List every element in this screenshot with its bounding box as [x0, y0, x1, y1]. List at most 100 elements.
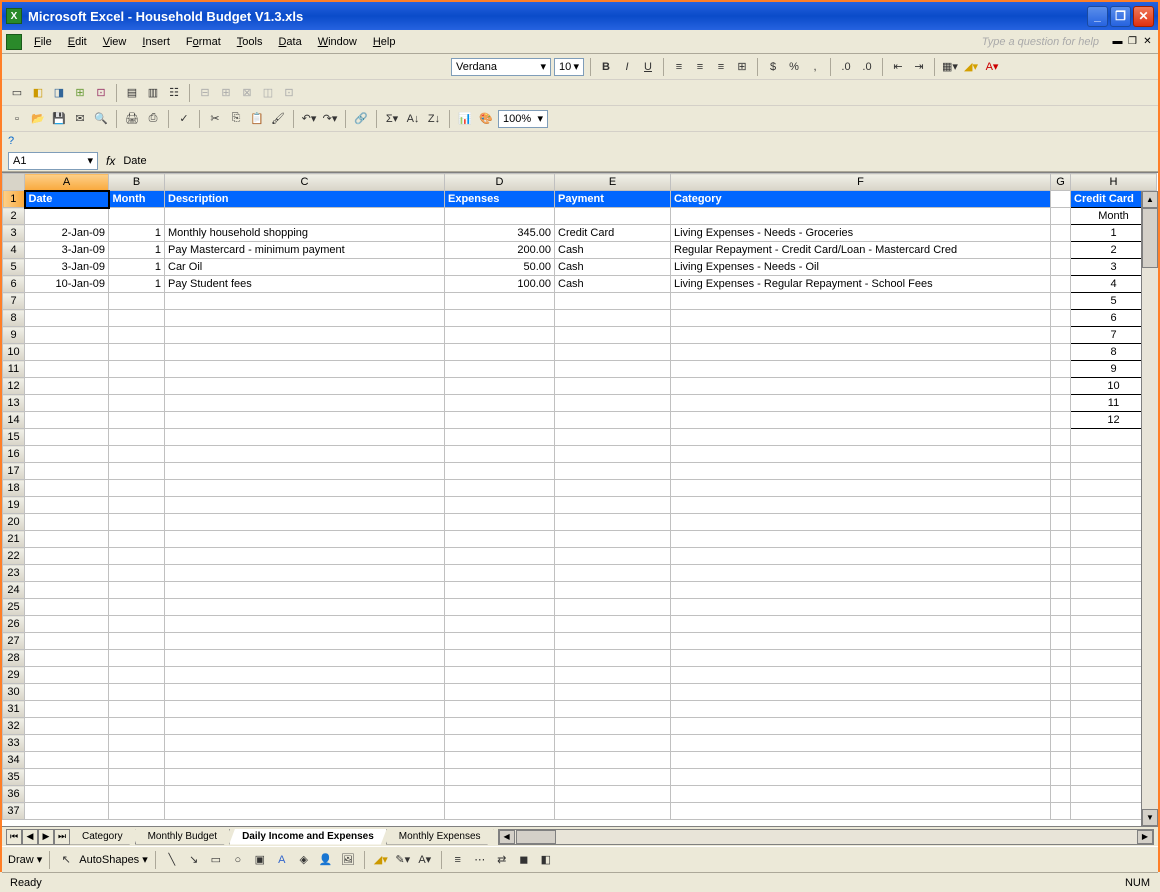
column-header-E[interactable]: E: [555, 174, 671, 191]
autoshapes-menu[interactable]: AutoShapes ▾: [79, 853, 148, 866]
cell-E22[interactable]: [555, 548, 671, 565]
diagram-button[interactable]: ◈: [295, 851, 313, 869]
cell-D3[interactable]: 345.00: [445, 225, 555, 242]
cell-E37[interactable]: [555, 803, 671, 820]
column-header-G[interactable]: G: [1051, 174, 1071, 191]
cell-G24[interactable]: [1051, 582, 1071, 599]
cell-E27[interactable]: [555, 633, 671, 650]
row-header-2[interactable]: 2: [3, 208, 25, 225]
align-right-button[interactable]: ≡: [712, 58, 730, 76]
row-header-29[interactable]: 29: [3, 667, 25, 684]
cell-F1[interactable]: Category: [671, 191, 1051, 208]
scroll-right-button[interactable]: ▶: [1137, 830, 1153, 844]
decrease-decimal-button[interactable]: .0: [858, 58, 876, 76]
row-header-4[interactable]: 4: [3, 242, 25, 259]
cell-A15[interactable]: [25, 429, 109, 446]
cell-C21[interactable]: [165, 531, 445, 548]
dash-style-button[interactable]: ⋯: [471, 851, 489, 869]
cell-D24[interactable]: [445, 582, 555, 599]
row-header-31[interactable]: 31: [3, 701, 25, 718]
row-header-3[interactable]: 3: [3, 225, 25, 242]
cell-C6[interactable]: Pay Student fees: [165, 276, 445, 293]
row-header-21[interactable]: 21: [3, 531, 25, 548]
cell-A16[interactable]: [25, 446, 109, 463]
close-button[interactable]: ✕: [1133, 6, 1154, 27]
cell-B31[interactable]: [109, 701, 165, 718]
cell-D10[interactable]: [445, 344, 555, 361]
scroll-thumb[interactable]: [1142, 208, 1158, 268]
cell-A10[interactable]: [25, 344, 109, 361]
print-preview-button[interactable]: ⎙: [144, 110, 162, 128]
open-button[interactable]: 📂: [29, 110, 47, 128]
menu-tools[interactable]: Tools: [229, 34, 271, 50]
cell-F26[interactable]: [671, 616, 1051, 633]
column-header-D[interactable]: D: [445, 174, 555, 191]
tool-icon[interactable]: ▤: [123, 84, 141, 102]
cut-button[interactable]: ✂: [206, 110, 224, 128]
menu-format[interactable]: Format: [178, 34, 229, 50]
cell-A25[interactable]: [25, 599, 109, 616]
wordart-button[interactable]: A: [273, 851, 291, 869]
cell-G34[interactable]: [1051, 752, 1071, 769]
align-left-button[interactable]: ≡: [670, 58, 688, 76]
cell-F33[interactable]: [671, 735, 1051, 752]
cell-D15[interactable]: [445, 429, 555, 446]
cell-A7[interactable]: [25, 293, 109, 310]
sort-desc-button[interactable]: Z↓: [425, 110, 443, 128]
line-color-button[interactable]: ✎▾: [394, 851, 412, 869]
cell-D16[interactable]: [445, 446, 555, 463]
cell-F3[interactable]: Living Expenses - Needs - Groceries: [671, 225, 1051, 242]
row-header-9[interactable]: 9: [3, 327, 25, 344]
cell-B7[interactable]: [109, 293, 165, 310]
row-header-8[interactable]: 8: [3, 310, 25, 327]
print-button[interactable]: 🖨: [123, 110, 141, 128]
cell-B34[interactable]: [109, 752, 165, 769]
cell-B12[interactable]: [109, 378, 165, 395]
cell-B26[interactable]: [109, 616, 165, 633]
increase-decimal-button[interactable]: .0: [837, 58, 855, 76]
cell-E28[interactable]: [555, 650, 671, 667]
cell-B11[interactable]: [109, 361, 165, 378]
row-header-33[interactable]: 33: [3, 735, 25, 752]
font-color-button[interactable]: A▾: [416, 851, 434, 869]
cell-B18[interactable]: [109, 480, 165, 497]
cell-G14[interactable]: [1051, 412, 1071, 429]
menu-view[interactable]: View: [95, 34, 135, 50]
cell-C23[interactable]: [165, 565, 445, 582]
sheet-tab-monthly-expenses[interactable]: Monthly Expenses: [386, 829, 494, 845]
menu-insert[interactable]: Insert: [134, 34, 178, 50]
currency-button[interactable]: $: [764, 58, 782, 76]
cell-A18[interactable]: [25, 480, 109, 497]
cell-G5[interactable]: [1051, 259, 1071, 276]
cell-E17[interactable]: [555, 463, 671, 480]
cell-G15[interactable]: [1051, 429, 1071, 446]
cell-D13[interactable]: [445, 395, 555, 412]
cell-E25[interactable]: [555, 599, 671, 616]
tab-last-button[interactable]: ⏭: [54, 829, 70, 845]
maximize-button[interactable]: ❐: [1110, 6, 1131, 27]
cell-G29[interactable]: [1051, 667, 1071, 684]
cell-E10[interactable]: [555, 344, 671, 361]
cell-E1[interactable]: Payment: [555, 191, 671, 208]
cell-E33[interactable]: [555, 735, 671, 752]
cell-D19[interactable]: [445, 497, 555, 514]
cell-A11[interactable]: [25, 361, 109, 378]
row-header-11[interactable]: 11: [3, 361, 25, 378]
row-header-22[interactable]: 22: [3, 548, 25, 565]
cell-A22[interactable]: [25, 548, 109, 565]
cell-F17[interactable]: [671, 463, 1051, 480]
cell-D1[interactable]: Expenses: [445, 191, 555, 208]
cell-C13[interactable]: [165, 395, 445, 412]
cell-F36[interactable]: [671, 786, 1051, 803]
cell-F8[interactable]: [671, 310, 1051, 327]
cell-E32[interactable]: [555, 718, 671, 735]
cell-C9[interactable]: [165, 327, 445, 344]
row-header-34[interactable]: 34: [3, 752, 25, 769]
cell-F16[interactable]: [671, 446, 1051, 463]
redo-button[interactable]: ↷▾: [321, 110, 339, 128]
cell-D14[interactable]: [445, 412, 555, 429]
cell-A36[interactable]: [25, 786, 109, 803]
sheet-tab-monthly-budget[interactable]: Monthly Budget: [135, 829, 231, 845]
cell-A8[interactable]: [25, 310, 109, 327]
row-header-30[interactable]: 30: [3, 684, 25, 701]
